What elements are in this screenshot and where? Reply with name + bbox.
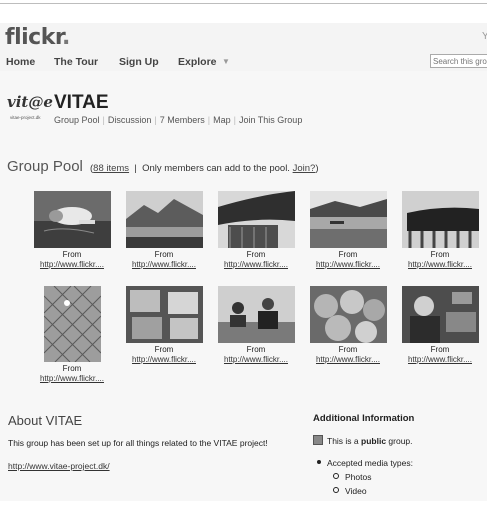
- nav-the-tour[interactable]: The Tour: [54, 56, 98, 68]
- photo-caption: From http://www.flickr....: [303, 345, 393, 365]
- about-website-link[interactable]: http://www.vitae-project.dk/: [8, 461, 110, 471]
- nav-home[interactable]: Home: [6, 56, 35, 68]
- media-type-label: Photos: [345, 472, 372, 482]
- group-logo-subtitle: vitae-project.dk: [10, 115, 41, 120]
- caption-from: From: [430, 250, 450, 259]
- about-title: About VITAE: [8, 413, 83, 428]
- photo-caption: From http://www.flickr....: [211, 345, 301, 365]
- lake-photo-icon: [126, 191, 203, 248]
- caption-link[interactable]: http://www.flickr....: [211, 260, 301, 270]
- photo-caption: From http://www.flickr....: [27, 364, 117, 384]
- caption-from: From: [154, 250, 174, 259]
- caption-from: From: [154, 345, 174, 354]
- photo-thumb-laptop[interactable]: [402, 286, 479, 343]
- caption-link[interactable]: http://www.flickr....: [211, 355, 301, 365]
- pagoda-photo-icon: [218, 191, 295, 248]
- group-nav-map[interactable]: Map: [213, 115, 231, 125]
- media-types-label: Accepted media types:: [327, 458, 413, 468]
- nav-sign-up[interactable]: Sign Up: [119, 56, 159, 68]
- pool-items-link[interactable]: 88 items: [93, 163, 129, 174]
- fence-photo-icon: [44, 286, 101, 362]
- roof-photo-icon: [402, 191, 479, 248]
- circle-bullet-icon: [333, 487, 339, 493]
- media-type-photos: Photos: [333, 472, 371, 482]
- cubes-photo-icon: [126, 286, 203, 343]
- header-corner-letter: Y: [482, 31, 487, 42]
- group-nav-members[interactable]: 7 Members: [160, 115, 205, 125]
- caption-from: From: [62, 364, 82, 373]
- nav-explore[interactable]: Explore: [178, 56, 217, 68]
- caption-from: From: [246, 345, 266, 354]
- group-nav: Group Pool | Discussion | 7 Members | Map | Join…: [54, 115, 303, 125]
- photo-thumb-fence[interactable]: [44, 286, 101, 362]
- photo-thumb-cubes[interactable]: [126, 286, 203, 343]
- group-logo: vit@e vitae-project.dk: [7, 93, 53, 123]
- caption-link[interactable]: http://www.flickr....: [27, 260, 117, 270]
- photo-caption: From http://www.flickr....: [119, 345, 209, 365]
- photo-thumb-meeting[interactable]: [218, 286, 295, 343]
- caption-from: From: [338, 345, 358, 354]
- public-suffix: group.: [386, 436, 413, 446]
- photo-caption: From http://www.flickr....: [395, 345, 485, 365]
- laptop-photo-icon: [402, 286, 479, 343]
- caption-from: From: [62, 250, 82, 259]
- about-description: This group has been set up for all thing…: [8, 438, 268, 448]
- caption-link[interactable]: http://www.flickr....: [395, 260, 485, 270]
- photo-thumb-river[interactable]: [310, 191, 387, 248]
- media-type-video: Video: [333, 486, 367, 496]
- group-nav-discussion[interactable]: Discussion: [108, 115, 152, 125]
- caption-link[interactable]: http://www.flickr....: [395, 355, 485, 365]
- pool-header: Group Pool (88 items | Only members can …: [7, 158, 318, 176]
- photo-caption: From http://www.flickr....: [119, 250, 209, 270]
- caption-from: From: [430, 345, 450, 354]
- river-photo-icon: [310, 191, 387, 248]
- photo-thumb-roof[interactable]: [402, 191, 479, 248]
- flickr-logo[interactable]: flickr.: [5, 25, 70, 50]
- caption-from: From: [338, 250, 358, 259]
- media-type-label: Video: [345, 486, 367, 496]
- explore-dropdown-icon[interactable]: ▼: [222, 57, 230, 66]
- photo-caption: From http://www.flickr....: [395, 250, 485, 270]
- pool-meta: (88 items | Only members can add to the …: [87, 163, 319, 174]
- media-types-item: Accepted media types:: [317, 458, 413, 468]
- caption-link[interactable]: http://www.flickr....: [303, 355, 393, 365]
- caption-link[interactable]: http://www.flickr....: [303, 260, 393, 270]
- search-input[interactable]: [430, 54, 487, 68]
- caption-link[interactable]: http://www.flickr....: [119, 260, 209, 270]
- circle-bullet-icon: [333, 473, 339, 479]
- caption-link[interactable]: http://www.flickr....: [119, 355, 209, 365]
- meeting-photo-icon: [218, 286, 295, 343]
- photo-thumb-lake[interactable]: [126, 191, 203, 248]
- public-group-icon: [313, 435, 323, 445]
- photo-thumb-dog[interactable]: [34, 191, 111, 248]
- pool-title: Group Pool: [7, 158, 83, 175]
- pool-join-link[interactable]: Join?: [293, 163, 316, 174]
- info-title: Additional Information: [313, 413, 415, 424]
- group-nav-join[interactable]: Join This Group: [239, 115, 302, 125]
- public-group-note: This is a public group.: [313, 435, 413, 446]
- caption-from: From: [246, 250, 266, 259]
- caption-link[interactable]: http://www.flickr....: [27, 374, 117, 384]
- dog-photo-icon: [34, 191, 111, 248]
- top-divider: [0, 3, 487, 4]
- pool-note: Only members can add to the pool.: [142, 163, 290, 174]
- photo-caption: From http://www.flickr....: [303, 250, 393, 270]
- photo-caption: From http://www.flickr....: [211, 250, 301, 270]
- group-nav-pool[interactable]: Group Pool: [54, 115, 100, 125]
- group-title: VITAE: [54, 92, 109, 113]
- bullet-icon: [317, 460, 321, 464]
- photo-thumb-pagoda[interactable]: [218, 191, 295, 248]
- public-prefix: This is a: [327, 436, 362, 446]
- apples-photo-icon: [310, 286, 387, 343]
- logo-dot: .: [62, 25, 70, 50]
- public-word: public: [361, 436, 387, 446]
- photo-thumb-apples[interactable]: [310, 286, 387, 343]
- group-logo-mark: vit@e: [7, 93, 53, 111]
- photo-caption: From http://www.flickr....: [27, 250, 117, 270]
